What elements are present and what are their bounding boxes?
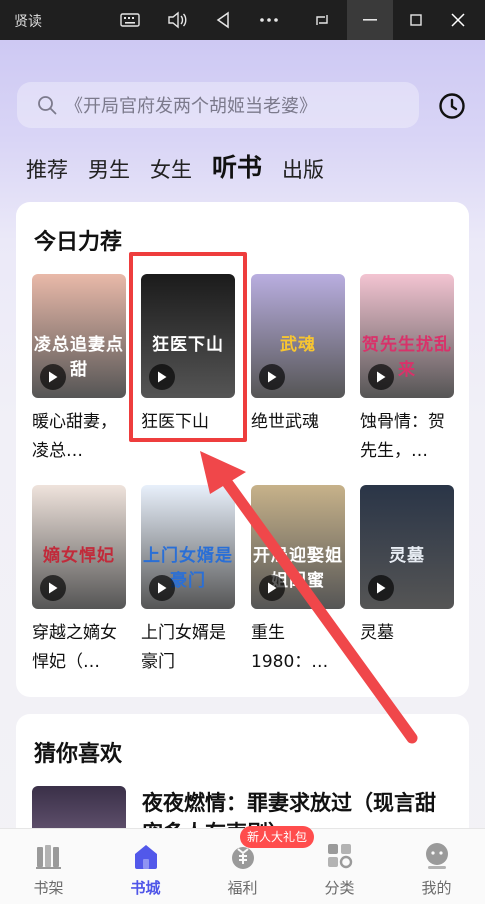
play-icon[interactable] — [149, 575, 175, 601]
minimize-icon[interactable] — [350, 0, 390, 40]
back-triangle-icon[interactable] — [203, 0, 243, 40]
book-item[interactable]: 武魂 绝世武魂 — [251, 274, 345, 437]
book-cover[interactable]: 武魂 — [251, 274, 345, 398]
volume-icon[interactable] — [157, 0, 197, 40]
book-cover[interactable]: 上门女婿是豪门 — [141, 485, 235, 609]
bookstore-icon — [135, 845, 157, 869]
nav-label-profile: 我的 — [421, 879, 452, 897]
history-clock-icon[interactable] — [438, 92, 466, 120]
cover-title-text: 嫡女悍妃 — [43, 546, 115, 566]
nav-bookstore[interactable]: 书城 — [97, 829, 194, 904]
section-title-guess: 猜你喜欢 — [34, 742, 123, 767]
category-icon — [328, 844, 353, 869]
category-tabs: 推荐 男生 女生 听书 出版 — [26, 148, 344, 184]
book-item[interactable]: 嫡女悍妃穿越之嫡女悍妃（… — [32, 485, 126, 677]
book-item[interactable]: 开局迎娶姐姐闺蜜重生1980：… — [251, 485, 345, 677]
search-placeholder: 《开局官府发两个胡姬当老婆》 — [65, 96, 317, 117]
app-title: 贤读 — [14, 14, 42, 30]
book-item[interactable]: 凌总追妻点甜暖心甜妻，凌总… — [32, 274, 126, 466]
nav-label-category: 分类 — [324, 879, 355, 897]
window-titlebar: 贤读 — [0, 0, 485, 40]
book-cover[interactable]: 嫡女悍妃 — [32, 485, 126, 609]
book-title[interactable]: 暖心甜妻，凌总… — [32, 408, 126, 466]
book-title[interactable]: 上门女婿是豪门 — [141, 619, 235, 677]
nav-label-welfare: 福利 — [227, 879, 258, 897]
tab-recommend[interactable]: 推荐 — [26, 154, 68, 184]
keyboard-icon[interactable] — [110, 0, 150, 40]
search-icon — [38, 96, 57, 115]
play-icon[interactable] — [40, 364, 66, 390]
tab-audiobook[interactable]: 听书 — [212, 148, 262, 184]
book-item[interactable]: 贺先生扰乱来蚀骨情：贺先生，… — [360, 274, 454, 466]
screenshot-icon[interactable] — [302, 0, 342, 40]
book-cover[interactable]: 凌总追妻点甜 — [32, 274, 126, 398]
play-icon[interactable] — [40, 575, 66, 601]
tab-publish[interactable]: 出版 — [282, 154, 324, 184]
nav-label-bookshelf: 书架 — [33, 879, 64, 897]
more-icon[interactable] — [249, 0, 289, 40]
section-title-today: 今日力荐 — [34, 230, 123, 255]
tab-female[interactable]: 女生 — [150, 154, 192, 184]
book-title[interactable]: 绝世武魂 — [251, 408, 345, 437]
highlight-box — [129, 252, 247, 442]
profile-icon — [426, 843, 448, 869]
nav-label-bookstore: 书城 — [130, 879, 161, 897]
tab-male[interactable]: 男生 — [88, 154, 130, 184]
play-icon[interactable] — [368, 364, 394, 390]
book-title[interactable]: 重生1980：… — [251, 619, 345, 677]
play-icon[interactable] — [259, 575, 285, 601]
search-bar[interactable]: 《开局官府发两个胡姬当老婆》 — [17, 82, 419, 128]
close-icon[interactable] — [430, 0, 485, 40]
cover-title-text: 武魂 — [280, 335, 316, 355]
book-title[interactable]: 蚀骨情：贺先生，… — [360, 408, 454, 466]
nav-bookshelf[interactable]: 书架 — [0, 829, 97, 904]
book-item[interactable]: 灵墓 灵墓 — [360, 485, 454, 648]
book-cover[interactable]: 开局迎娶姐姐闺蜜 — [251, 485, 345, 609]
play-icon[interactable] — [259, 364, 285, 390]
nav-profile[interactable]: 我的 — [388, 829, 485, 904]
book-item[interactable]: 上门女婿是豪门 上门女婿是豪门 — [141, 485, 235, 677]
gift-badge[interactable]: 新人大礼包 — [240, 826, 315, 848]
book-cover[interactable]: 贺先生扰乱来 — [360, 274, 454, 398]
cover-title-text: 灵墓 — [389, 546, 425, 566]
book-title[interactable]: 穿越之嫡女悍妃（… — [32, 619, 126, 677]
book-title[interactable]: 灵墓 — [360, 619, 454, 648]
book-cover[interactable]: 灵墓 — [360, 485, 454, 609]
bookshelf-icon — [36, 845, 61, 869]
play-icon[interactable] — [368, 575, 394, 601]
